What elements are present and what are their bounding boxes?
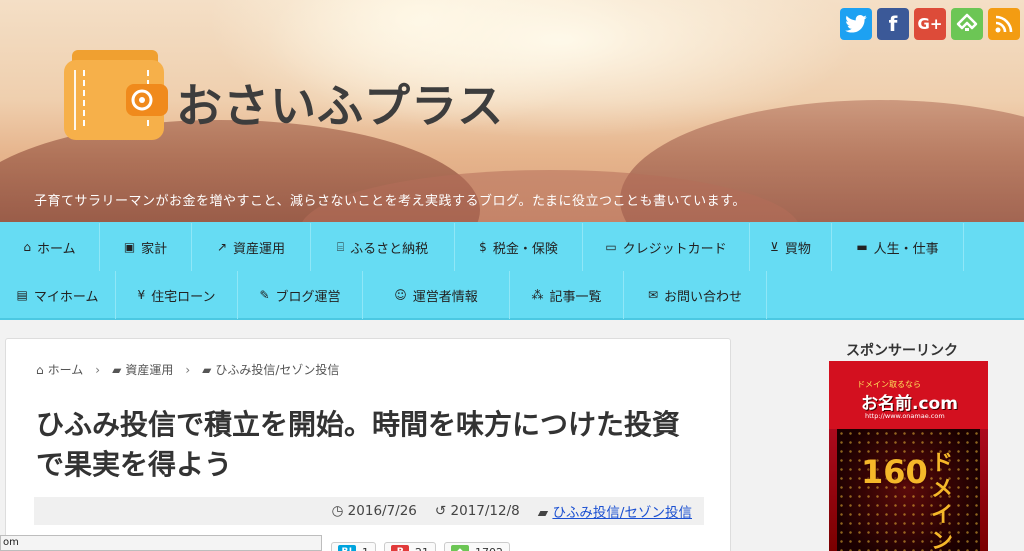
building-icon: ▤ xyxy=(16,288,28,302)
chevron-right-icon: › xyxy=(95,362,101,377)
edit-icon: ✎ xyxy=(259,288,270,302)
nav-item-myhome[interactable]: ▤ マイホーム xyxy=(0,271,116,319)
ad-header: ドメイン取るなら お名前.com http://www.onamae.com xyxy=(829,361,988,429)
nav-label: ホーム xyxy=(37,241,76,257)
category-link-wrap: ▰ ひふみ投信/セゾン投信 xyxy=(538,501,692,521)
site-tagline: 子育てサラリーマンがお金を増やすこと、減らさないことを考え実践するブログ。たまに… xyxy=(34,194,746,209)
home-icon: ⌂ xyxy=(23,240,31,254)
nav-item-home[interactable]: ⌂ ホーム xyxy=(0,223,100,271)
briefcase-icon: ▬ xyxy=(856,240,868,254)
nav-item-furusato[interactable]: ⌸ ふるさと納税 xyxy=(311,223,455,271)
nav-item-contact[interactable]: ✉ お問い合わせ xyxy=(624,271,767,319)
nav-label: 記事一覧 xyxy=(549,289,602,305)
nav-label: ブログ運営 xyxy=(275,289,341,305)
feedly-share-button[interactable]: ◆ 1702 xyxy=(444,542,510,551)
published-date: ◷ 2016/7/26 xyxy=(332,503,417,519)
share-buttons: B! 1 P 21 ◆ 1702 xyxy=(331,542,510,551)
google-plus-icon[interactable]: G+ xyxy=(914,8,946,40)
wallet-logo-icon[interactable] xyxy=(64,50,168,140)
credit-card-icon: ▭ xyxy=(605,240,617,254)
dollar-icon: $ xyxy=(479,240,487,254)
nav-label: お問い合わせ xyxy=(664,289,743,305)
nav-item-about[interactable]: ☺ 運営者情報 xyxy=(363,271,510,319)
category-link[interactable]: ひふみ投信/セゾン投信 xyxy=(552,505,692,521)
feedly-icon: ◆ xyxy=(451,545,469,551)
article-container: ⌂ ホーム › ▰ 資産運用 › ▰ ひふみ投信/セゾン投信 ひふみ投信で積立を… xyxy=(5,338,731,551)
pocket-icon: P xyxy=(391,545,409,551)
nav-item-shopping[interactable]: ⊻ 買物 xyxy=(750,223,832,271)
share-count: 21 xyxy=(415,546,429,551)
ad-brand: お名前.com xyxy=(861,394,958,414)
folder-icon: ▰ xyxy=(202,362,212,377)
pocket-button[interactable]: P 21 xyxy=(384,542,436,551)
site-title[interactable]: おさいふプラス xyxy=(176,70,504,136)
breadcrumb-home[interactable]: ホーム xyxy=(48,361,84,378)
twitter-icon[interactable] xyxy=(840,8,872,40)
nav-label: 税金・保険 xyxy=(492,241,558,257)
share-count: 1702 xyxy=(475,546,503,551)
nav-item-tax[interactable]: $ 税金・保険 xyxy=(455,223,583,271)
main-navigation: ⌂ ホーム ▣ 家計 ↗ 資産運用 ⌸ ふるさと納税 $ 税金・保険 ▭ クレジットカード … xyxy=(0,222,1024,320)
nav-label: ふるさと納税 xyxy=(350,241,429,257)
nav-row-2: ▤ マイホーム ¥ 住宅ローン ✎ ブログ運営 ☺ 運営者情報 ⁂ 記事一覧 ✉ お問い合わ… xyxy=(0,271,767,319)
hatena-bookmark-button[interactable]: B! 1 xyxy=(331,542,376,551)
nav-label: クレジットカード xyxy=(622,241,727,257)
advertisement-banner[interactable]: ドメイン取るなら お名前.com http://www.onamae.com 1… xyxy=(829,361,988,551)
nav-label: 家計 xyxy=(141,241,168,257)
folder-icon: ▰ xyxy=(112,362,122,377)
browser-status-bar: om xyxy=(0,535,322,551)
nav-item-loan[interactable]: ¥ 住宅ローン xyxy=(116,271,238,319)
yen-icon: ¥ xyxy=(137,288,146,302)
history-icon: ↺ xyxy=(434,503,447,519)
nav-label: 住宅ローン xyxy=(151,289,216,305)
sponsor-label: スポンサーリンク xyxy=(846,343,958,359)
nav-item-blog[interactable]: ✎ ブログ運営 xyxy=(238,271,363,319)
site-header: おさいふプラス 子育てサラリーマンがお金を増やすこと、減らさないことを考え実践す… xyxy=(0,0,1024,222)
nav-item-credit-card[interactable]: ▭ クレジットカード xyxy=(583,223,750,271)
ad-vertical-text: ドメイン xyxy=(931,451,954,551)
nav-label: 買物 xyxy=(784,241,811,257)
mail-icon: ✉ xyxy=(647,288,659,302)
updated-date-text: 2017/12/8 xyxy=(450,503,520,519)
home-icon: ⌂ xyxy=(36,362,44,377)
folder-icon: ▰ xyxy=(537,505,549,521)
sitemap-icon: ⁂ xyxy=(531,288,544,302)
updated-date: ↺ 2017/12/8 xyxy=(435,503,520,519)
smile-icon: ☺ xyxy=(394,288,407,302)
breadcrumb-category[interactable]: 資産運用 xyxy=(125,361,173,378)
article-title: ひふみ投信で積立を開始。時間を味方につけた投資で果実を得よう xyxy=(36,408,681,481)
breadcrumb: ⌂ ホーム › ▰ 資産運用 › ▰ ひふみ投信/セゾン投信 xyxy=(36,361,339,378)
nav-label: 運営者情報 xyxy=(412,289,478,305)
ad-url: http://www.onamae.com xyxy=(865,412,945,420)
chevron-right-icon: › xyxy=(185,362,191,377)
feedly-icon[interactable] xyxy=(951,8,983,40)
nav-label: 人生・仕事 xyxy=(873,241,939,257)
nav-row-1: ⌂ ホーム ▣ 家計 ↗ 資産運用 ⌸ ふるさと納税 $ 税金・保険 ▭ クレジットカード … xyxy=(0,223,964,271)
nav-item-kakei[interactable]: ▣ 家計 xyxy=(100,223,192,271)
cart-icon: ⊻ xyxy=(770,240,779,254)
nav-label: 資産運用 xyxy=(233,241,286,257)
ad-number: 160 xyxy=(861,453,928,491)
nav-item-asset[interactable]: ↗ 資産運用 xyxy=(192,223,311,271)
published-date-text: 2016/7/26 xyxy=(347,503,417,519)
ad-body: 160 ドメイン xyxy=(837,429,980,551)
facebook-icon[interactable]: f xyxy=(877,8,909,40)
chart-icon: ↗ xyxy=(216,240,228,254)
hatena-icon: B! xyxy=(338,545,356,551)
share-count: 1 xyxy=(362,546,369,551)
breadcrumb-subcategory[interactable]: ひふみ投信/セゾン投信 xyxy=(215,361,339,378)
rss-icon[interactable] xyxy=(988,8,1020,40)
nav-label: マイホーム xyxy=(33,289,99,305)
article-meta: ◷ 2016/7/26 ↺ 2017/12/8 ▰ ひふみ投信/セゾン投信 xyxy=(34,497,704,525)
nav-item-articles[interactable]: ⁂ 記事一覧 xyxy=(510,271,624,319)
institution-icon: ⌸ xyxy=(336,239,345,254)
money-icon: ▣ xyxy=(123,240,136,254)
clock-icon: ◷ xyxy=(331,503,344,519)
nav-item-life[interactable]: ▬ 人生・仕事 xyxy=(832,223,964,271)
